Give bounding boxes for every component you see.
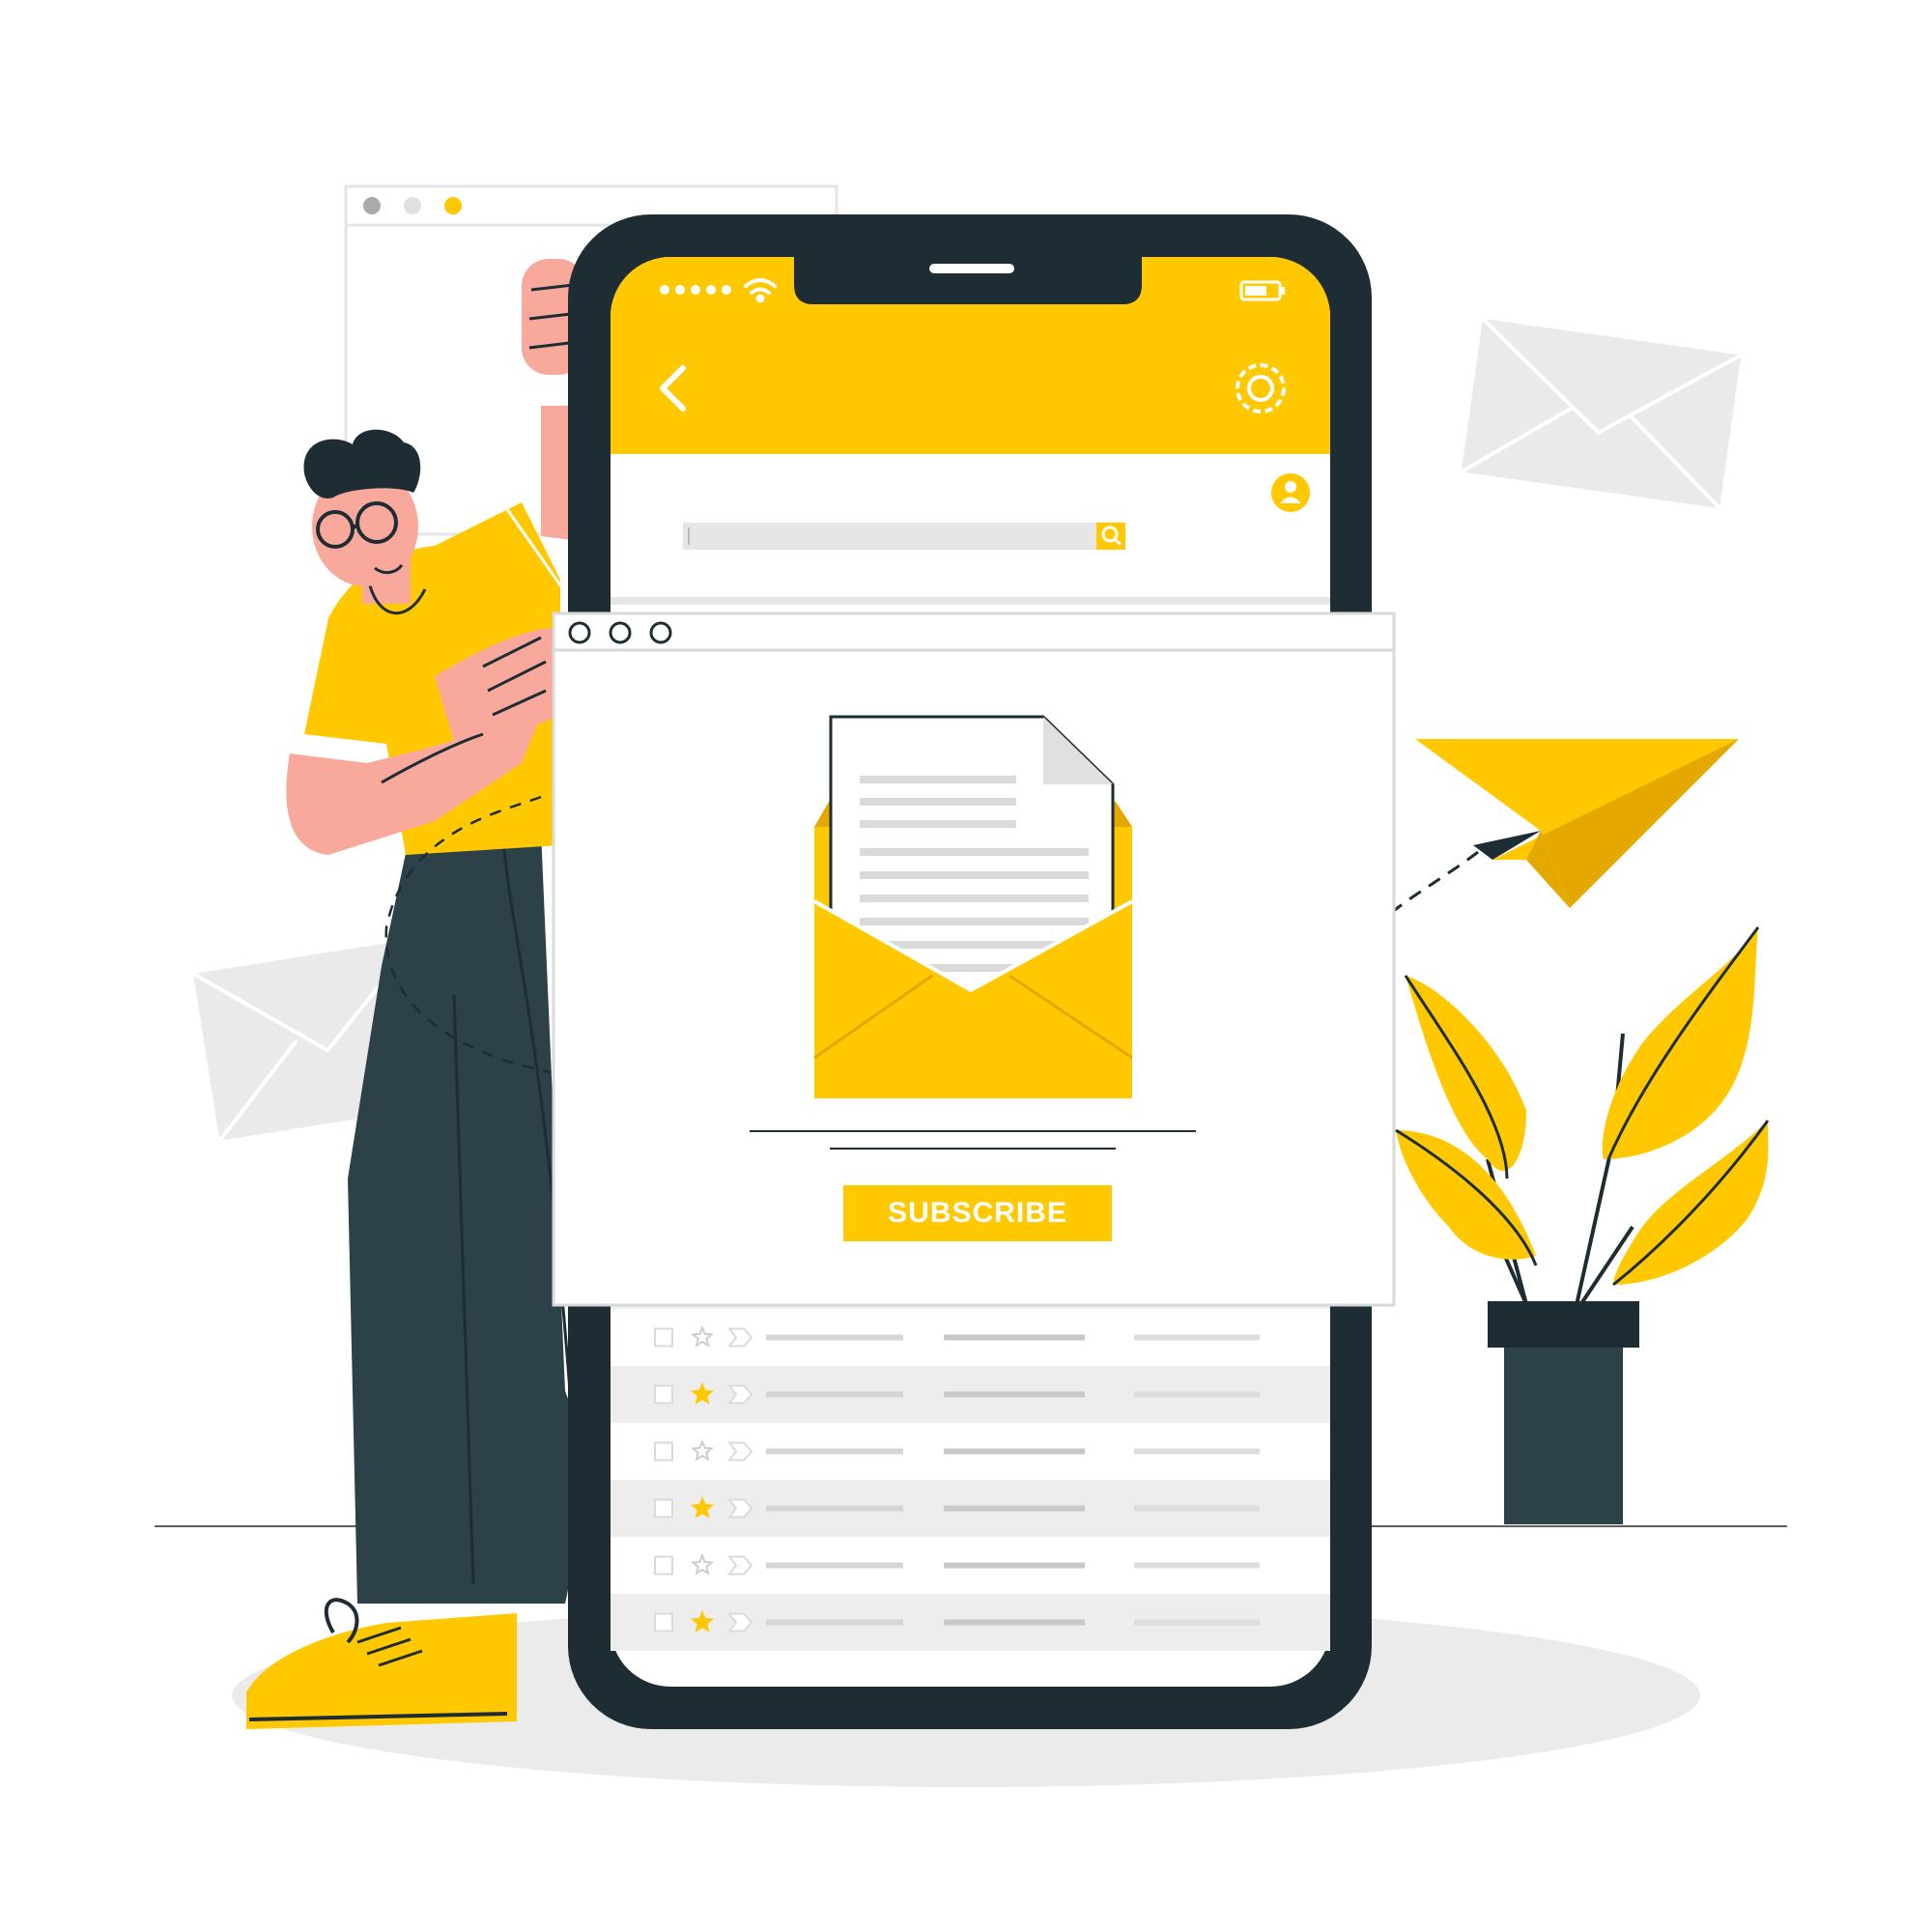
window-controls[interactable]: [568, 621, 672, 644]
row-date-placeholder: [1134, 1391, 1260, 1398]
row-subject-placeholder: [944, 1505, 1085, 1512]
row-subject-placeholder: [944, 1334, 1085, 1341]
row-date-placeholder: [1134, 1448, 1260, 1455]
row-date-placeholder: [1134, 1334, 1260, 1341]
search-icon[interactable]: [1096, 523, 1125, 550]
search-input[interactable]: [683, 523, 1096, 550]
row-sender-placeholder: [766, 1505, 903, 1512]
row-subject-placeholder: [944, 1391, 1085, 1398]
checkbox[interactable]: [654, 1384, 673, 1405]
potted-plant-icon: [1395, 926, 1770, 1524]
envelope-icon: [1460, 317, 1743, 510]
row-sender-placeholder: [766, 1391, 903, 1398]
row-subject-placeholder: [944, 1448, 1085, 1455]
phone-notch: [794, 249, 1142, 304]
open-envelope-icon: [813, 715, 1133, 1098]
row-subject-placeholder: [944, 1619, 1085, 1626]
row-date-placeholder: [1134, 1619, 1260, 1626]
row-date-placeholder: [1134, 1562, 1260, 1569]
row-sender-placeholder: [766, 1448, 903, 1455]
row-sender-placeholder: [766, 1562, 903, 1569]
window-control-circle: [609, 621, 632, 644]
row-sender-placeholder: [766, 1334, 903, 1341]
checkbox[interactable]: [654, 1612, 673, 1633]
row-date-placeholder: [1134, 1505, 1260, 1512]
row-subject-placeholder: [944, 1562, 1085, 1569]
window-control-circle: [568, 621, 591, 644]
paper-plane-icon: [1390, 739, 1739, 915]
window-control-circle: [649, 621, 672, 644]
user-icon[interactable]: [1271, 473, 1310, 512]
inbox-list: [611, 1252, 1330, 1651]
subscribe-button[interactable]: SUBSCRIBE: [843, 1185, 1112, 1241]
character-shoe: [246, 1613, 517, 1729]
row-sender-placeholder: [766, 1619, 903, 1626]
checkbox[interactable]: [654, 1498, 673, 1519]
newsletter-illustration: SUBSCRIBE: [0, 0, 1932, 1932]
